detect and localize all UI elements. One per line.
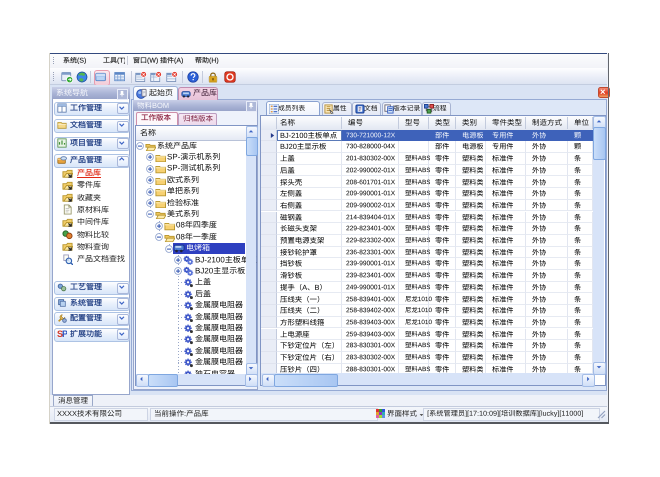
- svg-text:P: P: [62, 329, 67, 338]
